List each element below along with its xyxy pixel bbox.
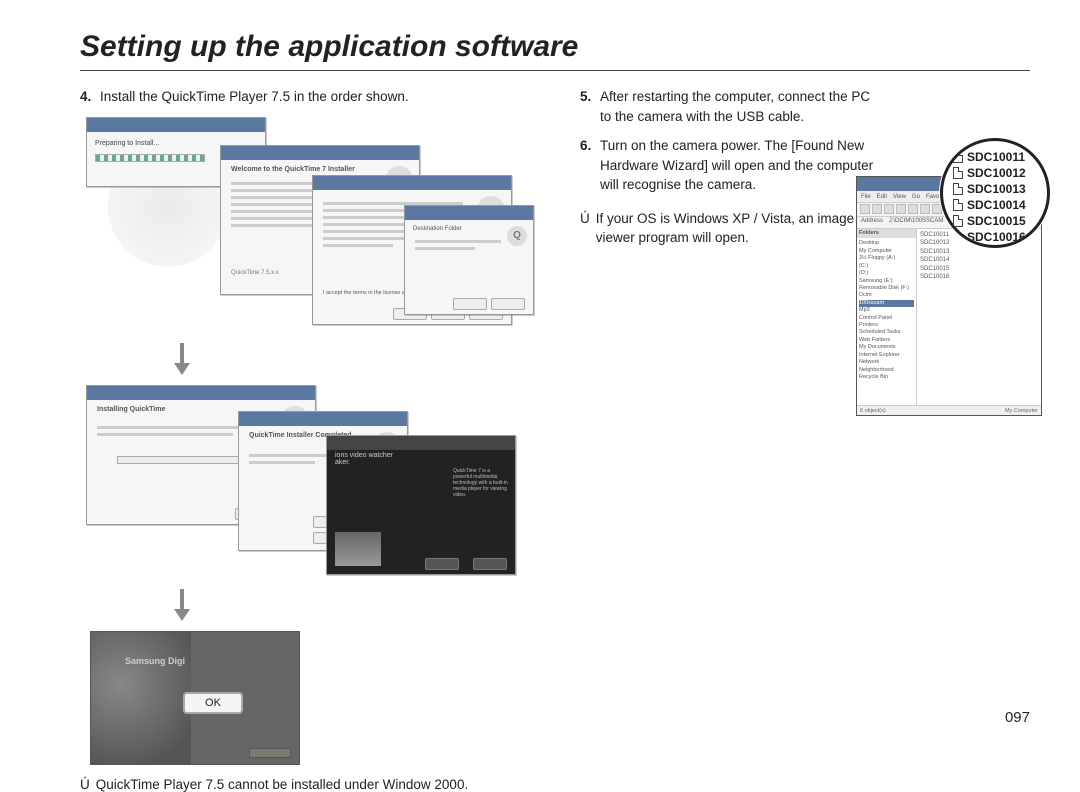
menu-view[interactable]: View: [893, 194, 906, 200]
explorer-figure: File Edit View Go Favorites Help Address…: [856, 150, 1046, 430]
os-note: Ú If your OS is Windows XP / Vista, an i…: [580, 209, 880, 248]
page-number: 097: [1005, 709, 1030, 726]
step-number: 6.: [580, 136, 600, 195]
step-4: 4. Install the QuickTime Player 7.5 in t…: [80, 87, 540, 107]
file-item[interactable]: SDC10014: [920, 256, 1038, 264]
back-button[interactable]: [453, 298, 487, 310]
menu-edit[interactable]: Edit: [877, 194, 887, 200]
samsung-installer-final: Samsung Digi OK: [90, 631, 300, 765]
note-mark-icon: Ú: [580, 209, 590, 248]
file-item[interactable]: SDC10013: [920, 248, 1038, 256]
file-icon: [953, 167, 963, 179]
file-icon: [953, 183, 963, 195]
file-icon: [953, 215, 963, 227]
down-arrow-icon: [170, 587, 630, 623]
step-text: Turn on the camera power. The [Found New…: [600, 136, 880, 195]
step-text: After restarting the computer, connect t…: [600, 87, 880, 126]
file-icon: [953, 231, 963, 243]
next-button[interactable]: [491, 298, 525, 310]
menu-file[interactable]: File: [861, 194, 871, 200]
os-note-text: If your OS is Windows XP / Vista, an ima…: [596, 209, 880, 248]
file-icon: [953, 151, 963, 163]
right-column: 5. After restarting the computer, connec…: [580, 87, 880, 792]
step-text: Install the QuickTime Player 7.5 in the …: [100, 87, 409, 107]
menu-go[interactable]: Go: [912, 194, 920, 200]
mag-item: SDC10015: [943, 213, 1047, 229]
step-number: 5.: [580, 87, 600, 126]
mag-item: SDC10011: [943, 149, 1047, 165]
installer-shot-destination: Q Destination Folder: [404, 205, 534, 315]
mag-item: SDC10014: [943, 197, 1047, 213]
mag-item: SDC10013: [943, 181, 1047, 197]
mag-item: SDC10012: [943, 165, 1047, 181]
note-mark-icon: Ú: [80, 777, 90, 792]
brand-label: Samsung Digi: [125, 656, 185, 666]
magnifier-callout: SDC10011 SDC10012 SDC10013 SDC10014 SDC1…: [940, 138, 1050, 248]
status-bar: 6 object(s) My Computer: [857, 405, 1041, 415]
page-title: Setting up the application software: [80, 30, 1030, 71]
footer-note: Ú QuickTime Player 7.5 cannot be install…: [80, 777, 540, 792]
installer-shot-quicktime-dark: ions video watcher aker. QuickTime 7 is …: [326, 435, 516, 575]
down-arrow-icon: [170, 341, 630, 377]
step-6: 6. Turn on the camera power. The [Found …: [580, 136, 880, 195]
ok-button[interactable]: OK: [183, 692, 243, 714]
file-icon: [953, 199, 963, 211]
left-column: 4. Install the QuickTime Player 7.5 in t…: [80, 87, 540, 792]
file-pane[interactable]: SDC10011 SDC10012 SDC10013 SDC10014 SDC1…: [917, 229, 1041, 405]
installer-shots-group-2: Q Installing QuickTime Q QuickTime Insta…: [80, 385, 540, 585]
step-5: 5. After restarting the computer, connec…: [580, 87, 880, 126]
step-number: 4.: [80, 87, 100, 107]
installer-shots-group-1: Preparing to Install... Cancel Q Welcome…: [80, 117, 540, 337]
file-item[interactable]: SDC10015: [920, 265, 1038, 273]
folder-tree[interactable]: Folders Desktop My Computer 3½ Floppy (A…: [857, 229, 917, 405]
footer-note-text: QuickTime Player 7.5 cannot be installed…: [96, 777, 468, 792]
file-item[interactable]: SDC10016: [920, 273, 1038, 281]
